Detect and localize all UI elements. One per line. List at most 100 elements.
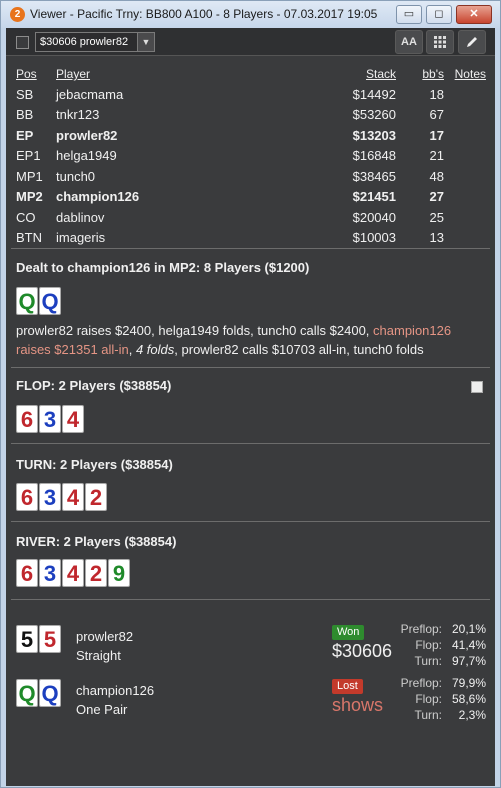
showdown-cards: QQ [16, 679, 61, 707]
equity-line: Preflop: 20,1% [386, 621, 486, 637]
header-notes[interactable]: Notes [455, 64, 486, 85]
player-name: dablinov [56, 209, 105, 225]
showdown-cards: 55 [16, 625, 61, 653]
divider [11, 521, 490, 522]
window-title: Viewer - Pacific Trny: BB800 A100 - 8 Pl… [30, 7, 378, 21]
equity-label: Preflop: [400, 622, 442, 636]
playing-card: 6 [16, 559, 38, 587]
result-row: 5 5 prowler82 Straight Won $30606 Preflop: 20,1… [16, 622, 486, 671]
river-cards: 63429 [16, 559, 130, 587]
player-row[interactable]: MP2 champion126 $21451 27 [16, 187, 486, 208]
player-pos: BTN [16, 230, 42, 245]
action-text: , [128, 342, 136, 357]
player-name: champion126 [56, 189, 140, 204]
action-folds: 4 folds [135, 342, 175, 357]
equity-label: Flop: [415, 692, 442, 706]
header-pos[interactable]: Pos [16, 64, 37, 85]
preflop-action: prowler82 raises $2400, helga1949 folds,… [16, 321, 486, 359]
player-row[interactable]: EP1 helga1949 $16848 21 [16, 146, 486, 167]
player-bbs: 48 [429, 168, 444, 184]
equity-line: Preflop: 79,9% [386, 675, 486, 691]
player-pos: CO [16, 209, 36, 225]
equity-value: 97,7% [451, 654, 486, 668]
result-hand-rank: Straight [76, 648, 121, 663]
font-size-button[interactable]: AA [395, 30, 423, 54]
note-icon[interactable] [471, 381, 483, 393]
player-row[interactable]: MP1 tunch0 $38465 48 [16, 167, 486, 188]
maximize-button[interactable]: ◻ [426, 5, 452, 24]
app-logo-icon: 2 [10, 7, 25, 22]
result-player: champion126 One Pair [76, 681, 154, 719]
equity-value: 58,6% [451, 692, 486, 706]
player-name: tnkr123 [56, 107, 100, 122]
shows-label: shows [332, 695, 384, 715]
playing-card: Q [39, 679, 61, 707]
playing-card: 9 [108, 559, 130, 587]
grid-icon [434, 36, 446, 48]
player-pos: MP1 [16, 168, 43, 184]
equity-line: Turn: 97,7% [386, 653, 486, 669]
player-row[interactable]: BTN imageris $10003 13 [16, 228, 486, 249]
pencil-icon [467, 37, 477, 47]
result-player: prowler82 Straight [76, 627, 133, 665]
hand-checkbox[interactable] [16, 36, 29, 49]
grid-button[interactable] [426, 30, 454, 54]
equity-value: 20,1% [451, 622, 486, 636]
player-pos: BB [16, 107, 34, 122]
hole-cards: QQ [16, 287, 61, 315]
playing-card: 3 [39, 483, 61, 511]
player-stack: $13203 [352, 127, 396, 143]
player-name: prowler82 [56, 127, 118, 143]
playing-card: 6 [16, 483, 38, 511]
player-bbs: 27 [429, 189, 444, 204]
playing-card: 3 [39, 559, 61, 587]
header-bbs[interactable]: bb's [422, 64, 444, 85]
hand-panel: $30606 prowler82 ▼ AA Pos Player Stack b… [6, 28, 495, 786]
chevron-down-icon[interactable]: ▼ [137, 33, 154, 51]
player-row[interactable]: CO dablinov $20040 25 [16, 208, 486, 229]
player-pos: MP2 [16, 189, 43, 204]
playing-card: 6 [16, 405, 38, 433]
player-row[interactable]: SB jebacmama $14492 18 [16, 85, 486, 106]
result-hand-rank: One Pair [76, 702, 128, 717]
toolbar: $30606 prowler82 ▼ AA [6, 28, 495, 56]
header-stack[interactable]: Stack [366, 64, 396, 85]
player-bbs: 13 [429, 230, 444, 245]
equity-line: Flop: 41,4% [386, 637, 486, 653]
close-button[interactable]: ✕ [456, 5, 492, 24]
result-row: Q Q champion126 One Pair Lost shows Preflop: 79… [16, 676, 486, 725]
equity-value: 41,4% [451, 638, 486, 652]
playing-card: Q [39, 287, 61, 315]
result-player-name: prowler82 [76, 629, 134, 644]
player-name: jebacmama [56, 86, 124, 102]
edit-button[interactable] [458, 30, 486, 54]
playing-card: 4 [62, 559, 84, 587]
players-table-header: Pos Player Stack bb's Notes [16, 64, 486, 85]
player-bbs: 18 [429, 86, 444, 102]
player-name: tunch0 [56, 168, 96, 184]
divider [11, 599, 490, 600]
flop-cards: 634 [16, 405, 84, 433]
result-badge: Won [332, 625, 365, 640]
player-pos: SB [16, 86, 34, 102]
result-badge: Lost [332, 679, 363, 694]
player-stack: $10003 [352, 230, 396, 245]
player-stack: $16848 [352, 148, 396, 163]
equity-label: Preflop: [400, 676, 442, 690]
equity-value: 2,3% [458, 708, 486, 722]
header-player[interactable]: Player [56, 64, 90, 85]
player-bbs: 67 [429, 107, 444, 122]
player-stack: $53260 [352, 107, 396, 122]
action-text: , prowler82 calls $10703 all-in, tunch0 … [174, 342, 424, 357]
player-row[interactable]: EP prowler82 $13203 17 [16, 126, 486, 147]
players-table: Pos Player Stack bb's Notes SB jebacmama $… [16, 64, 486, 249]
player-bbs: 17 [429, 127, 444, 143]
equity-label: Turn: [414, 708, 442, 722]
playing-card: 2 [85, 483, 107, 511]
player-row[interactable]: BB tnkr123 $53260 67 [16, 105, 486, 126]
player-stack: $21451 [352, 189, 396, 204]
minimize-button[interactable]: ▭ [396, 5, 422, 24]
preflop-title: Dealt to champion126 in MP2: 8 Players (… [16, 260, 310, 275]
hand-select[interactable]: $30606 prowler82 ▼ [35, 32, 155, 52]
title-bar[interactable]: 2 Viewer - Pacific Trny: BB800 A100 - 8 … [1, 1, 500, 28]
